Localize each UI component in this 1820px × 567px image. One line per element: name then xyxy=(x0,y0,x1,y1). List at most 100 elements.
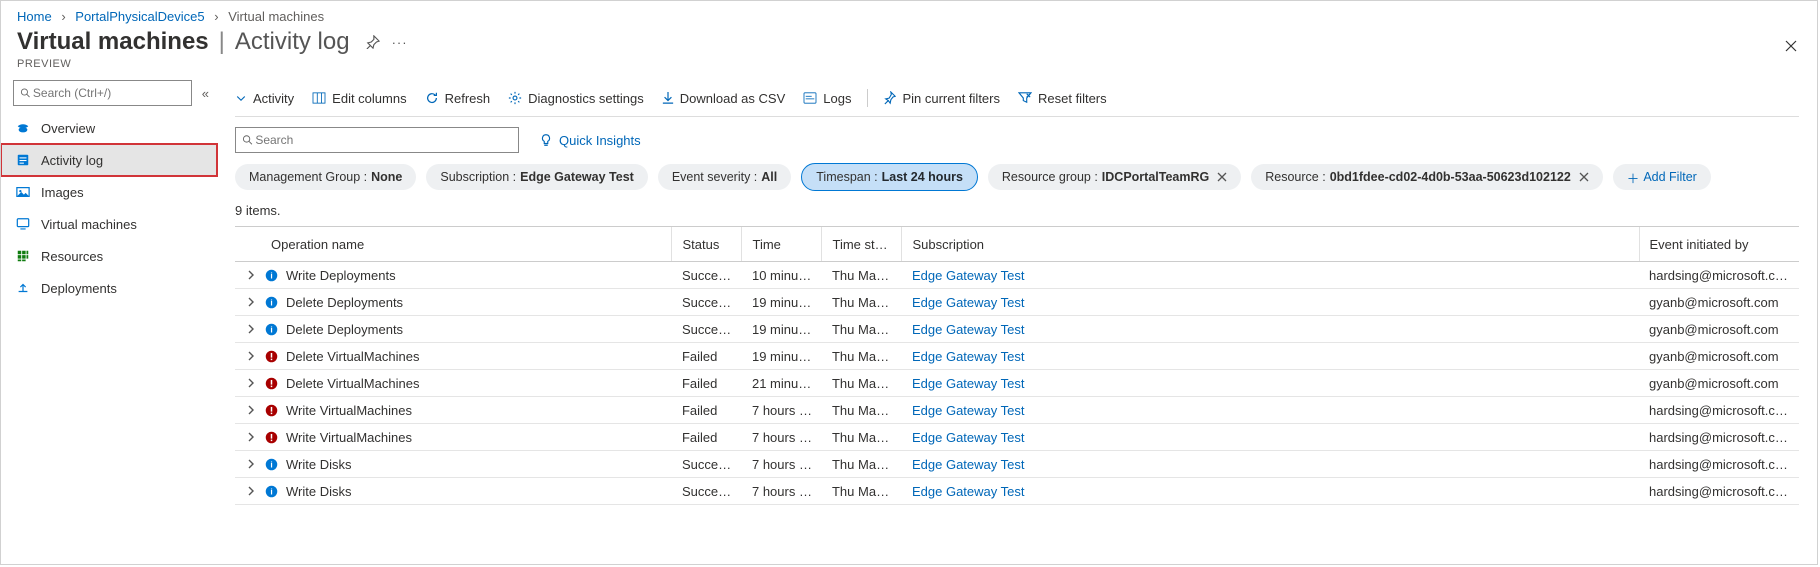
expand-row-icon[interactable] xyxy=(245,351,257,361)
add-filter-button[interactable]: ＋ Add Filter xyxy=(1613,164,1711,190)
sidebar-item-label: Overview xyxy=(41,121,95,136)
time-cell: 19 minutes … xyxy=(742,289,822,316)
time-cell: 19 minutes … xyxy=(742,343,822,370)
log-search-input[interactable] xyxy=(253,132,512,148)
filter-management-group[interactable]: Management Group : None xyxy=(235,164,416,190)
sidebar-item-overview[interactable]: Overview xyxy=(1,112,217,144)
subscription-link[interactable]: Edge Gateway Test xyxy=(912,403,1025,418)
subscription-link[interactable]: Edge Gateway Test xyxy=(912,484,1025,499)
remove-filter-icon[interactable] xyxy=(1579,172,1589,182)
toolbar-separator xyxy=(867,89,868,107)
expand-row-icon[interactable] xyxy=(245,486,257,496)
sidebar-item-virtual-machines[interactable]: Virtual machines xyxy=(1,208,217,240)
expand-row-icon[interactable] xyxy=(245,432,257,442)
subscription-link[interactable]: Edge Gateway Test xyxy=(912,322,1025,337)
filter-subscription[interactable]: Subscription : Edge Gateway Test xyxy=(426,164,647,190)
col-operation[interactable]: Operation name xyxy=(235,227,672,262)
deployments-icon xyxy=(15,281,31,295)
edit-columns-button[interactable]: Edit columns xyxy=(312,91,406,106)
expand-row-icon[interactable] xyxy=(245,405,257,415)
expand-row-icon[interactable] xyxy=(245,459,257,469)
sidebar-item-resources[interactable]: Resources xyxy=(1,240,217,272)
quick-insights-button[interactable]: Quick Insights xyxy=(539,133,641,148)
close-icon[interactable] xyxy=(1783,38,1799,54)
table-row[interactable]: Delete VirtualMachinesFailed21 minutes …… xyxy=(235,370,1799,397)
more-icon[interactable]: ··· xyxy=(392,35,408,50)
timestamp-cell: Thu May 27… xyxy=(822,289,902,316)
page-header: Virtual machines | Activity log ··· xyxy=(1,28,1817,56)
breadcrumb-current: Virtual machines xyxy=(228,9,324,24)
expand-row-icon[interactable] xyxy=(245,324,257,334)
diagnostics-button[interactable]: Diagnostics settings xyxy=(508,91,644,106)
table-row[interactable]: iWrite DisksSucceeded7 hours agoThu May … xyxy=(235,451,1799,478)
vm-icon xyxy=(15,217,31,231)
filter-event-severity[interactable]: Event severity : All xyxy=(658,164,791,190)
breadcrumb-parent[interactable]: PortalPhysicalDevice5 xyxy=(75,9,204,24)
collapse-sidebar-icon[interactable]: « xyxy=(202,86,209,101)
logs-label: Logs xyxy=(823,91,851,106)
reset-filters-button[interactable]: Reset filters xyxy=(1018,91,1107,106)
page-title: Virtual machines xyxy=(17,28,209,56)
breadcrumb-sep: › xyxy=(61,9,65,24)
log-search[interactable] xyxy=(235,127,519,153)
activity-label: Activity xyxy=(253,91,294,106)
status-cell: Succeeded xyxy=(672,289,742,316)
expand-row-icon[interactable] xyxy=(245,378,257,388)
refresh-button[interactable]: Refresh xyxy=(425,91,491,106)
col-initiated-by[interactable]: Event initiated by xyxy=(1639,227,1799,262)
col-time[interactable]: Time xyxy=(742,227,822,262)
table-row[interactable]: iDelete DeploymentsSucceeded19 minutes …… xyxy=(235,289,1799,316)
subscription-link[interactable]: Edge Gateway Test xyxy=(912,457,1025,472)
sidebar-item-deployments[interactable]: Deployments xyxy=(1,272,217,304)
filter-resource-group[interactable]: Resource group : IDCPortalTeamRG xyxy=(988,164,1241,190)
col-status[interactable]: Status xyxy=(672,227,742,262)
subscription-link[interactable]: Edge Gateway Test xyxy=(912,295,1025,310)
subscription-link[interactable]: Edge Gateway Test xyxy=(912,376,1025,391)
page-section: Activity log xyxy=(235,28,350,56)
table-row[interactable]: Delete VirtualMachinesFailed19 minutes …… xyxy=(235,343,1799,370)
expand-row-icon[interactable] xyxy=(245,270,257,280)
logs-button[interactable]: Logs xyxy=(803,91,851,106)
table-row[interactable]: Write VirtualMachinesFailed7 hours agoTh… xyxy=(235,424,1799,451)
sidebar-search[interactable] xyxy=(13,80,192,106)
col-timestamp[interactable]: Time stamp xyxy=(822,227,902,262)
status-icon: i xyxy=(265,458,278,471)
subscription-link[interactable]: Edge Gateway Test xyxy=(912,349,1025,364)
breadcrumb-home[interactable]: Home xyxy=(17,9,52,24)
time-cell: 21 minutes … xyxy=(742,370,822,397)
initiated-by-cell: hardsing@microsoft.com xyxy=(1639,424,1799,451)
pin-filters-button[interactable]: Pin current filters xyxy=(884,91,1000,106)
sidebar-item-images[interactable]: Images xyxy=(1,176,217,208)
operation-name: Write VirtualMachines xyxy=(286,403,412,418)
filter-timespan[interactable]: Timespan : Last 24 hours xyxy=(801,163,978,191)
pin-icon[interactable] xyxy=(366,35,380,49)
status-cell: Failed xyxy=(672,424,742,451)
sidebar-item-label: Activity log xyxy=(41,153,103,168)
timestamp-cell: Thu May 27… xyxy=(822,262,902,289)
gear-icon xyxy=(508,91,522,105)
expand-row-icon[interactable] xyxy=(245,297,257,307)
table-row[interactable]: iWrite DeploymentsSucceeded10 minutes …T… xyxy=(235,262,1799,289)
sidebar-search-input[interactable] xyxy=(31,85,185,101)
sidebar-item-activity-log[interactable]: Activity log xyxy=(1,144,217,176)
lightbulb-icon xyxy=(539,133,553,147)
subscription-link[interactable]: Edge Gateway Test xyxy=(912,430,1025,445)
table-row[interactable]: iDelete DeploymentsSucceeded19 minutes …… xyxy=(235,316,1799,343)
overview-icon xyxy=(15,121,31,135)
table-row[interactable]: Write VirtualMachinesFailed7 hours agoTh… xyxy=(235,397,1799,424)
status-icon xyxy=(265,431,278,444)
remove-filter-icon[interactable] xyxy=(1217,172,1227,182)
svg-text:i: i xyxy=(270,486,272,496)
subscription-link[interactable]: Edge Gateway Test xyxy=(912,268,1025,283)
activity-button[interactable]: Activity xyxy=(235,91,294,106)
images-icon xyxy=(15,185,31,199)
initiated-by-cell: hardsing@microsoft.com xyxy=(1639,397,1799,424)
table-row[interactable]: iWrite DisksSucceeded7 hours agoThu May … xyxy=(235,478,1799,505)
search-icon xyxy=(242,134,253,146)
download-csv-label: Download as CSV xyxy=(680,91,786,106)
download-csv-button[interactable]: Download as CSV xyxy=(662,91,786,106)
time-cell: 7 hours ago xyxy=(742,451,822,478)
col-subscription[interactable]: Subscription xyxy=(902,227,1639,262)
sidebar-item-label: Deployments xyxy=(41,281,117,296)
filter-resource[interactable]: Resource : 0bd1fdee-cd02-4d0b-53aa-50623… xyxy=(1251,164,1603,190)
